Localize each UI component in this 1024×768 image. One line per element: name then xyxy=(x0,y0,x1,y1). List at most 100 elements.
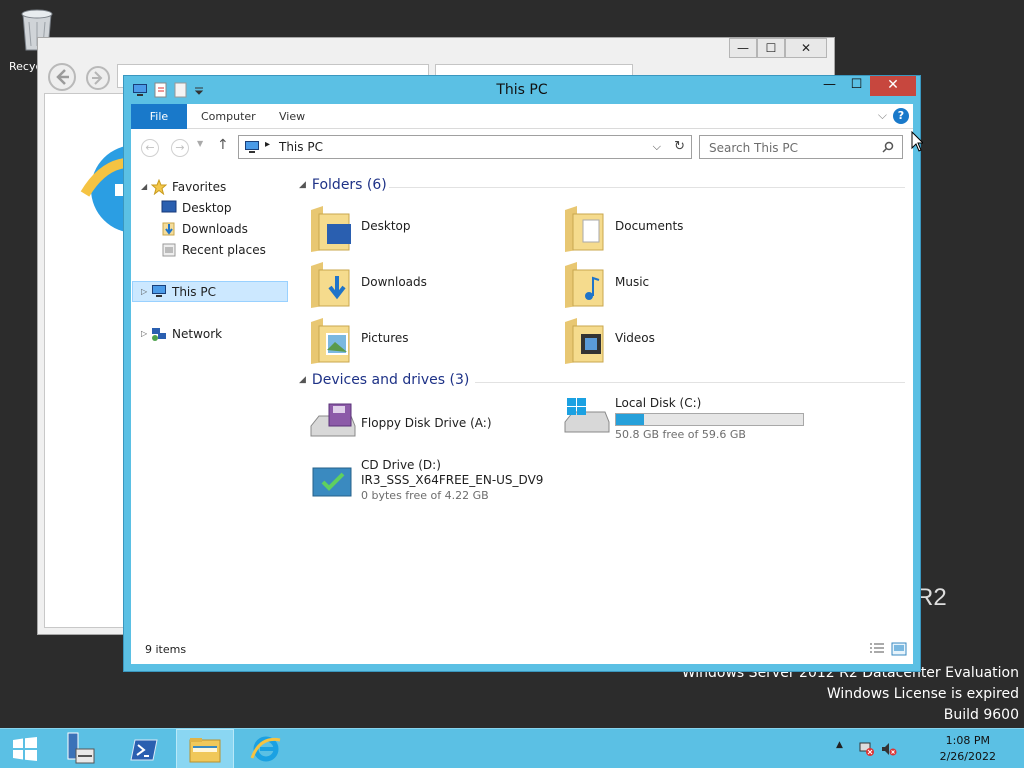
taskbar-file-explorer[interactable] xyxy=(176,729,234,768)
group-divider xyxy=(389,187,905,188)
search-placeholder: Search This PC xyxy=(709,141,798,155)
watermark-license: Windows License is expired xyxy=(826,686,1019,702)
address-bar[interactable]: ▸ This PC ⌵ ↻ xyxy=(238,135,692,159)
minimize-button[interactable]: — xyxy=(816,76,843,96)
forward-arrow-icon xyxy=(92,71,103,85)
nav-label-favorites: Favorites xyxy=(172,180,227,194)
folders-header-text: Folders (6) xyxy=(311,177,387,193)
item-count: 9 items xyxy=(145,643,187,656)
explorer-titlebar[interactable]: This PC — ☐ ✕ xyxy=(124,76,920,104)
ribbon: File Computer View ⌵ ? xyxy=(131,104,913,129)
ie-back-button[interactable] xyxy=(48,63,76,91)
folders-group-header[interactable]: ◢ Folders (6) xyxy=(299,177,387,193)
nav-label-this-pc: This PC xyxy=(172,285,216,299)
taskbar: ▲ 1:08 PM 2/26/2022 xyxy=(0,728,1024,768)
taskbar-server-manager[interactable] xyxy=(56,729,114,768)
nav-label-downloads: Downloads xyxy=(182,222,248,236)
ie-forward-button[interactable] xyxy=(86,66,110,90)
downloads-icon xyxy=(162,222,175,236)
folder-label: Downloads xyxy=(361,275,427,289)
up-button[interactable]: ↑ xyxy=(217,137,229,153)
start-button[interactable] xyxy=(0,729,58,768)
folder-label: Desktop xyxy=(361,219,411,233)
collapse-triangle-icon[interactable]: ◢ xyxy=(299,180,306,190)
videos-folder-icon xyxy=(565,318,604,364)
view-switcher xyxy=(869,642,907,656)
local-disk-icon xyxy=(564,398,610,433)
ie-close-button[interactable]: ✕ xyxy=(785,38,827,58)
refresh-icon[interactable]: ↻ xyxy=(674,139,685,154)
tab-file[interactable]: File xyxy=(131,104,187,129)
system-tray: ▲ 1:08 PM 2/26/2022 xyxy=(824,729,1024,768)
details-view-icon[interactable] xyxy=(869,642,885,656)
recent-locations-icon[interactable]: ▼ xyxy=(197,139,203,148)
maximize-button[interactable]: ☐ xyxy=(843,76,870,96)
collapsed-chevron-icon[interactable]: ▷ xyxy=(141,324,147,344)
drive-label: Local Disk (C:) xyxy=(615,396,702,410)
address-dropdown-icon[interactable]: ⌵ xyxy=(653,140,661,154)
drive-label: Floppy Disk Drive (A:) xyxy=(361,416,492,430)
expand-ribbon-icon[interactable]: ⌵ xyxy=(878,108,887,123)
taskbar-internet-explorer[interactable] xyxy=(236,729,294,768)
computer-icon xyxy=(245,141,259,153)
close-button[interactable]: ✕ xyxy=(870,76,916,96)
large-icons-view-icon[interactable] xyxy=(891,642,907,656)
taskbar-powershell[interactable] xyxy=(116,729,174,768)
collapse-triangle-icon[interactable]: ◢ xyxy=(299,375,306,385)
back-button[interactable]: ← xyxy=(141,139,159,157)
address-toolbar: ← → ▼ ↑ ▸ This PC ⌵ ↻ Search This PC xyxy=(131,129,913,165)
devices-group-header[interactable]: ◢ Devices and drives (3) xyxy=(299,372,469,388)
breadcrumb-chevron-icon[interactable]: ▸ xyxy=(265,139,270,150)
drive-label: CD Drive (D:) xyxy=(361,458,441,472)
drive-free-space: 0 bytes free of 4.22 GB xyxy=(361,489,489,502)
drive-tile-cd[interactable]: CD Drive (D:) IR3_SSS_X64FREE_EN-US_DV9 … xyxy=(309,456,569,508)
group-divider xyxy=(475,382,905,383)
watermark: Windows Server 2012 R2 Datacenter Evalua… xyxy=(682,663,1019,726)
folder-label: Videos xyxy=(615,331,655,345)
forward-button[interactable]: → xyxy=(171,139,189,157)
explorer-body: File Computer View ⌵ ? ← → ▼ ↑ ▸ This PC… xyxy=(131,104,913,664)
show-hidden-icons-icon[interactable]: ▲ xyxy=(836,740,843,750)
search-input[interactable]: Search This PC xyxy=(699,135,903,159)
documents-folder-icon xyxy=(565,206,604,252)
star-icon xyxy=(151,179,167,195)
expanded-chevron-icon[interactable]: ◢ xyxy=(141,177,147,197)
music-folder-icon xyxy=(565,262,604,308)
explorer-window[interactable]: This PC — ☐ ✕ File Computer View ⌵ ? ← →… xyxy=(123,75,921,672)
folder-label: Documents xyxy=(615,219,684,233)
taskbar-clock[interactable]: 1:08 PM 2/26/2022 xyxy=(940,733,996,765)
nav-label-network: Network xyxy=(172,327,223,341)
watermark-build: Build 9600 xyxy=(943,707,1019,723)
navigation-pane: ◢ Favorites Desktop Downloads Recent pla… xyxy=(131,166,293,636)
tab-view[interactable]: View xyxy=(265,104,319,129)
devices-header-text: Devices and drives (3) xyxy=(311,372,470,388)
nav-label-desktop: Desktop xyxy=(182,201,232,215)
content-pane: ◢ Folders (6) Desktop Documents Downloads… xyxy=(295,166,913,636)
internet-explorer-icon xyxy=(250,736,281,762)
computer-icon xyxy=(152,285,166,297)
address-path[interactable]: This PC xyxy=(279,140,323,154)
help-icon[interactable]: ? xyxy=(893,108,909,124)
file-explorer-icon xyxy=(189,738,221,763)
drive-free-space: 50.8 GB free of 59.6 GB xyxy=(615,428,746,441)
collapsed-chevron-icon[interactable]: ▷ xyxy=(141,282,147,302)
status-bar: 9 items xyxy=(131,636,913,664)
tab-computer[interactable]: Computer xyxy=(187,104,270,129)
recent-places-icon xyxy=(162,243,176,257)
desktop-icon xyxy=(161,200,177,213)
drive-volume-label: IR3_SSS_X64FREE_EN-US_DV9 xyxy=(361,473,544,487)
pictures-folder-icon xyxy=(311,318,350,364)
volume-muted-icon[interactable] xyxy=(881,741,897,757)
ie-maximize-button[interactable]: ☐ xyxy=(757,38,785,58)
ie-minimize-button[interactable]: — xyxy=(729,38,757,58)
window-title: This PC xyxy=(496,82,548,98)
clock-time: 1:08 PM xyxy=(945,734,990,747)
nav-label-recent: Recent places xyxy=(182,243,266,257)
mouse-cursor-icon xyxy=(911,131,923,152)
downloads-folder-icon xyxy=(311,262,350,308)
drive-tile-local-disk[interactable]: Local Disk (C:) 50.8 GB free of 59.6 GB xyxy=(563,392,1024,444)
server-manager-icon xyxy=(67,732,95,764)
windows-logo-icon xyxy=(13,737,37,761)
network-status-icon[interactable] xyxy=(859,741,875,757)
desktop-folder-icon xyxy=(311,206,351,252)
